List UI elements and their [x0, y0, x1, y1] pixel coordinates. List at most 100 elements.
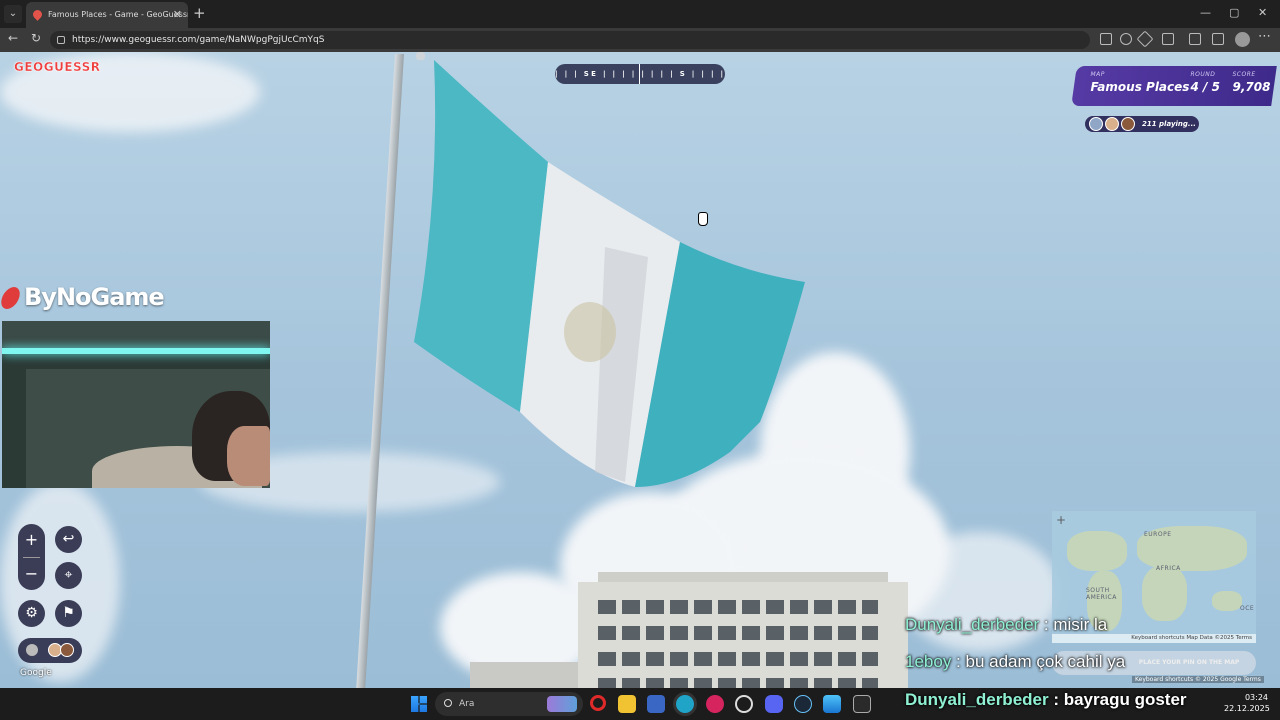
browser-essentials-icon[interactable] — [1189, 33, 1201, 45]
address-bar-row: https://www.geoguessr.com/game/NaNWpgPgj… — [0, 28, 1280, 52]
chat-username: Dunyali_derbeder — [905, 615, 1040, 634]
clock-date: 22.12.2025 — [1224, 704, 1270, 713]
taskbar-clock[interactable]: 03:24 22.12.2025 — [1224, 692, 1270, 714]
webcam-feed — [2, 321, 270, 488]
hand-cursor-icon — [698, 212, 708, 226]
undo-move-button[interactable]: ↩ — [55, 526, 82, 553]
round-label: ROUND — [1190, 71, 1216, 78]
chat-message: 1eboy : bu adam çok cahil ya — [905, 652, 1125, 672]
profile-avatar[interactable] — [1235, 32, 1250, 47]
webcam-led-strip — [2, 348, 270, 354]
chat-text: : bu adam çok cahil ya — [951, 652, 1126, 671]
geoguessr-logo[interactable]: GEOGUESSR — [14, 60, 101, 74]
round-status: ROUND 4 / 5 — [1190, 71, 1219, 94]
file-explorer-icon[interactable] — [618, 695, 636, 713]
pin-icon: ⌖ — [64, 567, 73, 583]
reload-button[interactable]: ↻ — [31, 31, 41, 45]
url-input[interactable]: https://www.geoguessr.com/game/NaNWpgPgj… — [50, 31, 1090, 49]
app-icon[interactable] — [735, 695, 753, 713]
flag-coat-of-arms — [564, 302, 616, 362]
player-avatar — [1089, 117, 1103, 131]
building-windows — [598, 678, 878, 688]
building-windows — [598, 626, 878, 640]
report-flag-button[interactable]: ⚑ — [55, 600, 82, 627]
players-online-badge[interactable]: 211 playing... — [1085, 116, 1199, 132]
building — [578, 572, 908, 688]
chat-text: : misir la — [1039, 615, 1108, 634]
discord-icon[interactable] — [765, 695, 783, 713]
building-windows — [598, 600, 878, 614]
extensions-icon[interactable] — [1162, 33, 1174, 45]
close-tab-icon[interactable]: ✕ — [173, 2, 182, 28]
chat-username: 1eboy — [905, 652, 952, 671]
google-watermark: Google — [20, 668, 52, 678]
minimize-window-button[interactable]: — — [1200, 6, 1211, 19]
chat-username: Dunyali_derbeder — [905, 690, 1049, 709]
steam-icon[interactable] — [794, 695, 812, 713]
channel-logo: ByNoGame — [0, 283, 165, 311]
compass[interactable]: | | | SE | | | | | | | | S | | | | | | |… — [555, 64, 725, 84]
tab-list-button[interactable]: ⌄ — [4, 5, 22, 23]
media-player-icon[interactable] — [706, 695, 724, 713]
tab-geoguessr[interactable]: Famous Places - Game - GeoGuessr ✕ — [26, 2, 188, 28]
player-avatar — [1105, 117, 1119, 131]
chat-message: Dunyali_derbeder : bayragu goster — [905, 690, 1187, 710]
settings-button[interactable]: ⚙ — [18, 600, 45, 627]
geoguessr-favicon-icon — [31, 8, 44, 21]
channel-logo-mark-icon — [0, 287, 23, 309]
map-label-africa: AFRICA — [1156, 565, 1181, 572]
zoom-divider — [23, 557, 40, 558]
favorites-icon[interactable] — [1212, 33, 1224, 45]
reader-mode-icon[interactable] — [1100, 33, 1112, 45]
chat-text: : bayragu goster — [1048, 690, 1187, 709]
compass-bearing: | | | SE | | | | | | | | S | | | | | | |… — [555, 70, 725, 78]
zoom-out-button[interactable]: − — [18, 560, 45, 588]
photos-icon[interactable] — [823, 695, 841, 713]
app-icon[interactable] — [647, 695, 665, 713]
undo-icon: ↩ — [62, 531, 75, 547]
guatemala-flag — [414, 60, 805, 487]
browser-menu-button[interactable]: ⋯ — [1258, 29, 1271, 44]
close-window-button[interactable]: ✕ — [1258, 6, 1267, 19]
minimap-footer: Keyboard shortcuts Map Data ©2025 Terms — [1052, 634, 1256, 643]
map-landmass — [1067, 531, 1127, 571]
map-attribution: Keyboard shortcuts © 2025 Google Terms — [1132, 676, 1264, 683]
flag-icon: ⚑ — [62, 605, 75, 621]
map-label-south-america: SOUTH AMERICA — [1086, 587, 1117, 601]
score-value: 9,708 — [1232, 80, 1271, 94]
search-highlight-icon — [547, 696, 577, 712]
new-tab-button[interactable]: + — [193, 4, 206, 22]
clock-time: 03:24 — [1244, 693, 1268, 702]
players-count-text: 211 playing... — [1142, 120, 1196, 128]
webcam-wall — [2, 321, 270, 349]
score-status: SCORE 9,708 — [1232, 71, 1270, 94]
compass-needle — [639, 64, 640, 84]
map-landmass — [1212, 591, 1242, 611]
webcam-person-face — [227, 426, 270, 486]
flag-pole — [355, 54, 404, 688]
return-to-start-button[interactable]: ⌖ — [55, 562, 82, 589]
taskbar-search[interactable]: Ara — [435, 692, 583, 716]
building-windows — [598, 652, 878, 666]
building — [470, 662, 590, 688]
back-button[interactable]: ← — [8, 31, 18, 45]
read-aloud-icon[interactable] — [1120, 33, 1132, 45]
epic-games-icon[interactable] — [853, 695, 871, 713]
url-text: https://www.geoguessr.com/game/NaNWpgPgj… — [72, 35, 325, 45]
settings-gear-icon: ⚙ — [25, 605, 38, 621]
zoom-in-button[interactable]: + — [18, 526, 45, 554]
search-icon — [444, 699, 452, 707]
score-label: SCORE — [1232, 71, 1256, 78]
edge-icon[interactable] — [676, 695, 694, 713]
map-value: Famous Places — [1090, 80, 1190, 94]
party-avatar — [60, 643, 74, 657]
map-label-oceania: OCE — [1240, 605, 1255, 612]
chat-message: Dunyali_derbeder : misir la — [905, 615, 1107, 635]
minimap-expand-icon[interactable]: + — [1056, 513, 1066, 527]
game-status-panel: MAP Famous Places ROUND 4 / 5 SCORE 9,70… — [1071, 66, 1277, 106]
map-label: MAP — [1090, 71, 1105, 78]
party-button[interactable] — [18, 638, 82, 663]
site-info-icon[interactable] — [57, 36, 65, 44]
maximize-window-button[interactable]: ▢ — [1229, 6, 1239, 19]
opera-icon[interactable] — [590, 695, 606, 711]
